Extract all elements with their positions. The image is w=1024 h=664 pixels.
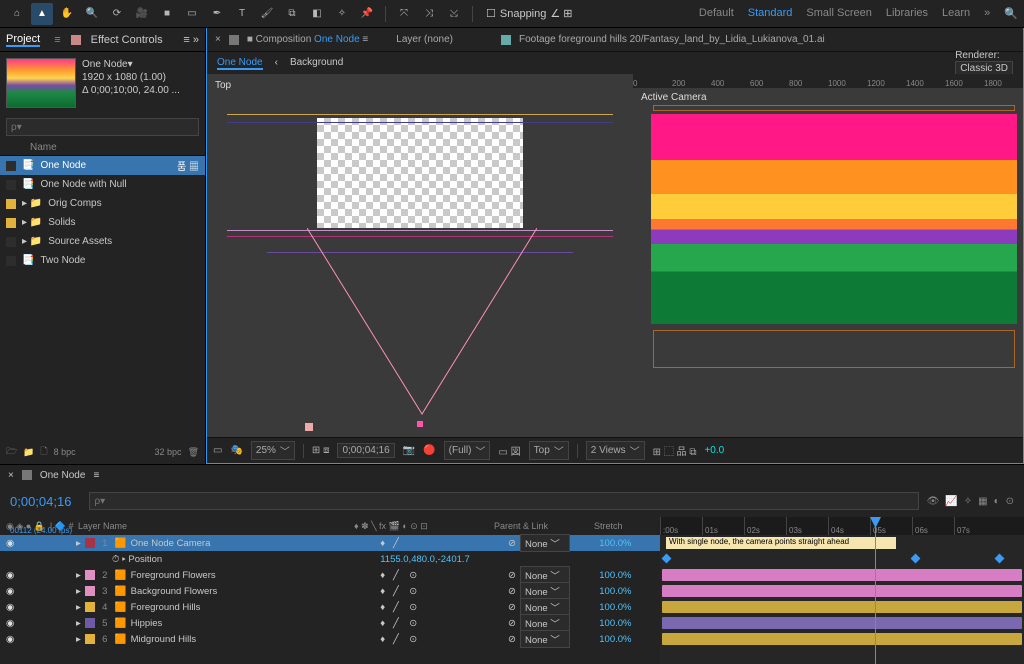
graph-icon[interactable]: 📈 (945, 496, 957, 507)
selection-tool-icon[interactable]: ▲ (31, 3, 53, 25)
project-item-2[interactable]: ▸ 📁Orig Comps (0, 194, 205, 213)
zoom-tool-icon[interactable]: 🔍 (81, 3, 103, 25)
current-timecode[interactable]: 0;00;04;16 (10, 494, 71, 509)
project-search-input[interactable] (6, 118, 199, 136)
ws-small[interactable]: Small Screen (806, 7, 871, 20)
camera-node-icon[interactable] (417, 421, 423, 427)
time-ruler[interactable]: :00s01s02s03s04s05s06s07s (660, 517, 1024, 535)
project-items-list: 📑One Node품 ▦📑One Node with Null▸ 📁Orig C… (0, 156, 205, 270)
camera-tool-icon[interactable]: 🎥 (131, 3, 153, 25)
view-top[interactable]: Top (207, 74, 633, 437)
ws-default[interactable]: Default (699, 7, 734, 20)
view-active-label: Active Camera (641, 92, 707, 103)
interpret-icon[interactable]: 🗁 (6, 444, 17, 460)
layer-row-2[interactable]: ◉▸2🟧Foreground Flowers♦ ╱ ⊙⊘ None ﹀100.0… (0, 567, 660, 583)
project-item-5[interactable]: 📑Two Node (0, 251, 205, 270)
timeline-panel: × One Node≡ 0;00;04;16 00112 (24.00 fps)… (0, 464, 1024, 664)
playhead[interactable] (875, 517, 876, 664)
top-view-canvas (317, 118, 523, 228)
layer-row-3[interactable]: ◉▸3🟧Background Flowers♦ ╱ ⊙⊘ None ﹀100.0… (0, 583, 660, 599)
timeline-search-input[interactable] (89, 492, 918, 510)
layer-row-5[interactable]: ◉▸5🟧Hippies♦ ╱ ⊙⊘ None ﹀100.0% (0, 615, 660, 631)
region-icon[interactable]: ▭ (213, 445, 222, 456)
view-dropdown[interactable]: Top ﹀ (529, 441, 569, 460)
ws-learn[interactable]: Learn (942, 7, 970, 20)
composition-panel: × ■ Composition One Node ≡ Layer (none) … (206, 28, 1024, 464)
view-active-camera[interactable]: 020040060080010001200140016001800 Active… (633, 74, 1023, 437)
axis-local-icon[interactable]: ⤧ (393, 3, 415, 25)
timeline-options: 👁 📈 ✧ ▦ ◐ ⊙ (927, 496, 1014, 507)
new-folder-icon[interactable]: 📁 (23, 447, 34, 458)
orbit-tool-icon[interactable]: ⟳ (106, 3, 128, 25)
motion-blur-icon[interactable]: ◐ (994, 496, 1000, 507)
roto-tool-icon[interactable]: ✧ (331, 3, 353, 25)
project-panel: Project ≡ Effect Controls ≡ » One Node▾ … (0, 28, 206, 464)
ws-more-icon[interactable]: » (984, 7, 990, 20)
hand-tool-icon[interactable]: ✋ (56, 3, 78, 25)
resolution-dropdown[interactable]: (Full) ﹀ (444, 441, 491, 460)
toggle-mask-icon[interactable]: 🎭 (230, 445, 242, 456)
tab-effect-controls[interactable]: Effect Controls (91, 34, 163, 46)
clone-tool-icon[interactable]: ⧉ (281, 3, 303, 25)
tab-project[interactable]: Project (6, 33, 40, 47)
layer-tab[interactable]: Layer (none) (396, 34, 453, 45)
comp-thumbnail[interactable] (6, 58, 76, 108)
timeline-tracks[interactable]: :00s01s02s03s04s05s06s07s With single no… (660, 517, 1024, 664)
comp-ruler: 020040060080010001200140016001800 (633, 74, 1023, 88)
project-item-3[interactable]: ▸ 📁Solids (0, 213, 205, 232)
color-channel-icon[interactable]: 🔴 (423, 445, 435, 456)
timecode-sub: 00112 (24.00 fps) (10, 526, 72, 535)
footage-tab[interactable]: Footage foreground hills 20/Fantasy_land… (519, 34, 825, 45)
brainstorm-icon[interactable]: ⊙ (1006, 496, 1014, 507)
breadcrumb-background[interactable]: Background (290, 57, 343, 70)
snapshot-icon[interactable]: 📷 (403, 445, 415, 456)
timeline-tab[interactable]: One Node (40, 470, 86, 481)
axis-world-icon[interactable]: ⤨ (418, 3, 440, 25)
pen-tool-icon[interactable]: ✒ (206, 3, 228, 25)
pan-behind-icon[interactable]: ■ (156, 3, 178, 25)
ws-libraries[interactable]: Libraries (886, 7, 928, 20)
layer-row-4[interactable]: ◉▸4🟧Foreground Hills♦ ╱ ⊙⊘ None ﹀100.0% (0, 599, 660, 615)
axis-view-icon[interactable]: ⤩ (443, 3, 465, 25)
project-item-0[interactable]: 📑One Node품 ▦ (0, 156, 205, 175)
shy-icon[interactable]: 👁 (927, 496, 940, 507)
project-item-4[interactable]: ▸ 📁Source Assets (0, 232, 205, 251)
comp-tab-onenode[interactable]: One Node (314, 34, 360, 45)
preview-render (651, 114, 1017, 324)
trash-icon[interactable]: 🗑 (188, 447, 199, 458)
layer-row-6[interactable]: ◉▸6🟧Midground Hills♦ ╱ ⊙⊘ None ﹀100.0% (0, 631, 660, 647)
search-help-icon[interactable]: 🔍 (1004, 7, 1018, 20)
ws-standard[interactable]: Standard (748, 7, 793, 20)
layer-row-1[interactable]: ⏱ ▸ Position1155.0,480.0,-2401.7 (0, 551, 660, 567)
time-display[interactable]: 0;00;04;16 (337, 443, 394, 458)
project-item-1[interactable]: 📑One Node with Null (0, 175, 205, 194)
workspace-tabs: Default Standard Small Screen Libraries … (699, 7, 1018, 20)
frame-blend-icon[interactable]: ▦ (978, 496, 987, 507)
comp-info: One Node▾ 1920 x 1080 (1.00) Δ 0;00;10;0… (82, 58, 180, 97)
home-icon[interactable]: ⌂ (6, 3, 28, 25)
view-top-label: Top (215, 80, 231, 91)
breadcrumb-onenode[interactable]: One Node (217, 57, 263, 70)
brush-tool-icon[interactable]: 🖌 (256, 3, 278, 25)
views-count-dropdown[interactable]: 2 Views ﹀ (586, 441, 645, 460)
main-toolbar: ⌂ ▲ ✋ 🔍 ⟳ 🎥 ■ ▭ ✒ T 🖌 ⧉ ◧ ✧ 📌 ⤧ ⤨ ⤩ ☐Sna… (0, 0, 1024, 28)
draft3d-icon[interactable]: ✧ (964, 496, 972, 507)
comp-footer: ▭ 🎭 25% ﹀ ⊞ ⧈ 0;00;04;16 📷 🔴 (Full) ﹀ ▭ … (207, 437, 1023, 463)
layer-row-0[interactable]: ◉▸1🟧One Node Camera♦ ╱ ⊘ None ﹀100.0% (0, 535, 660, 551)
eraser-tool-icon[interactable]: ◧ (306, 3, 328, 25)
zoom-dropdown[interactable]: 25% ﹀ (251, 441, 295, 460)
comp-marker[interactable]: With single node, the camera points stra… (666, 537, 896, 549)
text-tool-icon[interactable]: T (231, 3, 253, 25)
new-comp-icon[interactable]: 🗋 (40, 444, 47, 460)
exposure-value[interactable]: +0.0 (704, 445, 724, 456)
snapping-toggle[interactable]: ☐Snapping∠ ⊞ (486, 7, 573, 20)
puppet-tool-icon[interactable]: 📌 (356, 3, 378, 25)
shape-tool-icon[interactable]: ▭ (181, 3, 203, 25)
